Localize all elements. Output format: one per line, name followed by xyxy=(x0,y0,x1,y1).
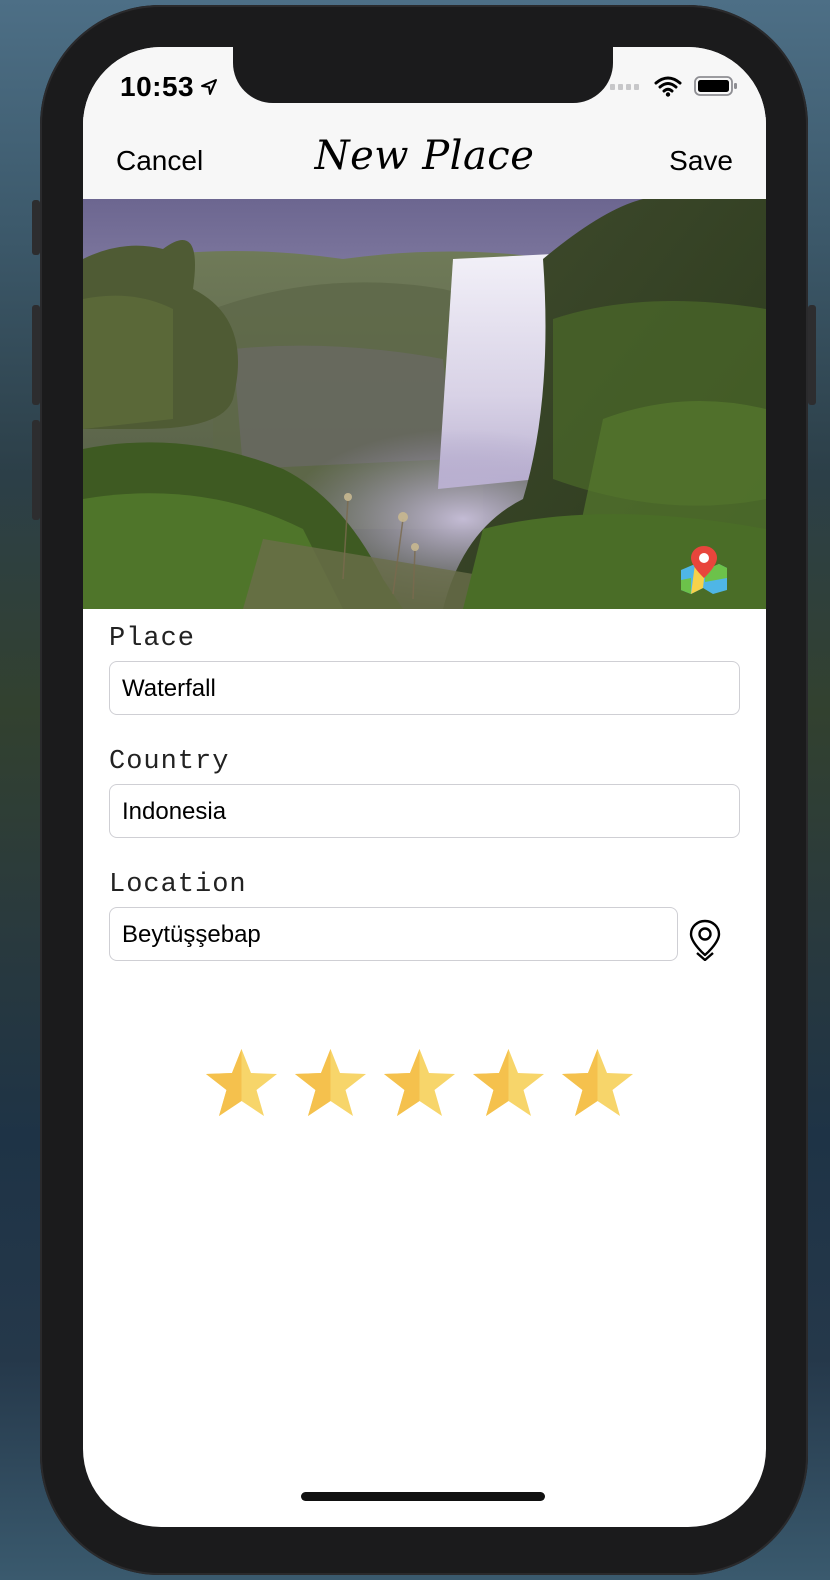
place-label: Place xyxy=(109,624,196,654)
star-icon-1[interactable] xyxy=(204,1047,279,1119)
navigation-bar: Cancel New Place Save xyxy=(83,117,766,200)
map-pin-icon[interactable] xyxy=(679,544,729,594)
wifi-icon xyxy=(654,76,682,97)
mute-switch xyxy=(32,200,40,255)
power-button xyxy=(808,305,816,405)
app-screen: 10:53 Cancel New Place Save Place Waterf… xyxy=(83,47,766,1527)
location-input[interactable]: Beytüşşebap xyxy=(109,907,678,961)
rating-stars xyxy=(204,1047,635,1119)
location-label: Location xyxy=(109,870,247,900)
cellular-signal-icon xyxy=(610,84,639,90)
star-icon-5[interactable] xyxy=(560,1047,635,1119)
location-pin-icon[interactable] xyxy=(688,919,722,961)
status-indicators xyxy=(610,75,738,97)
home-indicator[interactable] xyxy=(301,1492,545,1501)
waterfall-image xyxy=(83,199,766,609)
location-arrow-icon xyxy=(201,79,217,95)
device-notch xyxy=(233,47,613,103)
country-label: Country xyxy=(109,747,230,777)
save-button[interactable]: Save xyxy=(669,145,733,177)
battery-icon xyxy=(694,76,737,96)
place-input[interactable]: Waterfall xyxy=(109,661,740,715)
star-icon-3[interactable] xyxy=(382,1047,457,1119)
page-title: New Place xyxy=(314,133,535,179)
country-input[interactable]: Indonesia xyxy=(109,784,740,838)
place-photo[interactable] xyxy=(83,199,766,609)
star-icon-4[interactable] xyxy=(471,1047,546,1119)
status-time: 10:53 xyxy=(120,71,195,102)
volume-down-button xyxy=(32,420,40,520)
star-icon-2[interactable] xyxy=(293,1047,368,1119)
volume-up-button xyxy=(32,305,40,405)
